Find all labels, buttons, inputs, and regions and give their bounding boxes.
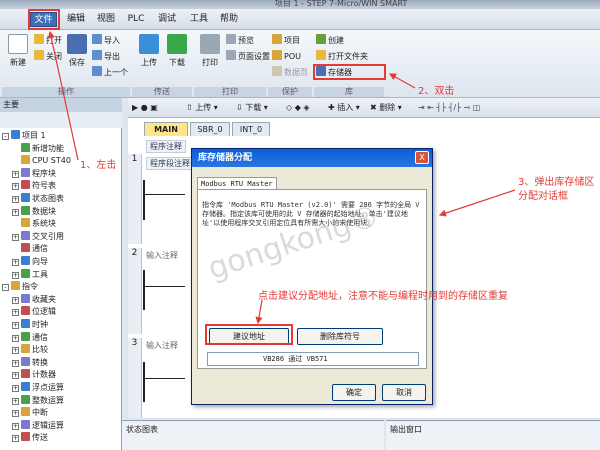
annotation-step-2: 2、双击 (418, 86, 455, 97)
arrow-to-suggest-button (255, 299, 263, 325)
arrow-to-file-menu (47, 30, 79, 161)
arrow-to-dialog (438, 189, 516, 217)
annotation-step-1: 1、左击 (80, 160, 117, 171)
annotation-step-3: 3、弹出库存储区分配对话框 (518, 177, 595, 202)
annotation-arrows (47, 30, 516, 325)
arrow-to-memory-button (388, 73, 416, 89)
annotation-note: 点击建议分配地址，注意不能与编程时用到的存储区重复 (258, 291, 508, 302)
